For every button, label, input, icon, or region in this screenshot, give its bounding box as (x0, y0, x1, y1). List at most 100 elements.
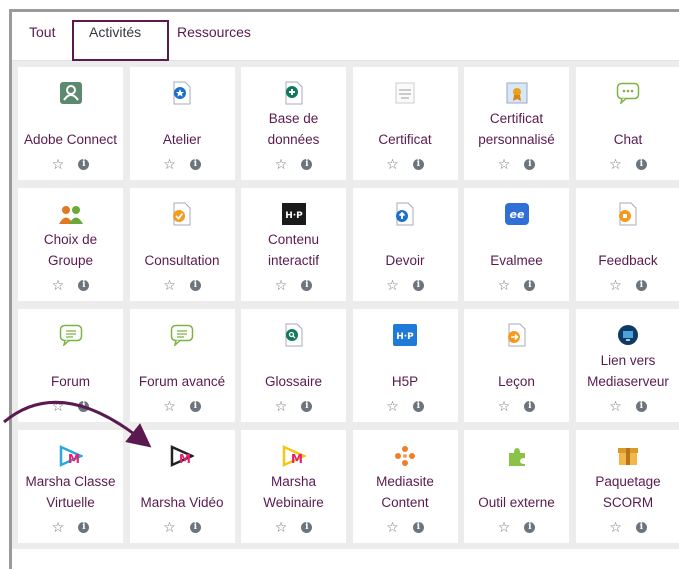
card-actions: ☆i (130, 156, 235, 172)
evalmee-icon: ee (464, 202, 569, 226)
activity-name[interactable]: Chat (578, 129, 679, 150)
activity-name[interactable]: Consultation (132, 250, 233, 271)
activity-card[interactable]: MMarsha Webinaire☆i (241, 430, 346, 543)
info-icon[interactable]: i (413, 522, 424, 533)
tab-resources[interactable]: Ressources (177, 24, 251, 40)
star-icon[interactable]: ☆ (498, 398, 511, 414)
star-icon[interactable]: ☆ (163, 519, 176, 535)
activity-card[interactable]: Base de données ☆ i (241, 67, 346, 180)
activity-card[interactable]: Adobe Connect ☆ i (18, 67, 123, 180)
activity-name[interactable]: Certificat personnalisé (466, 108, 567, 150)
star-icon[interactable]: ☆ (386, 398, 399, 414)
activity-card[interactable]: Choix de Groupe ☆ i (18, 188, 123, 301)
info-icon[interactable]: i (636, 522, 647, 533)
info-icon[interactable]: i (301, 401, 312, 412)
activity-card[interactable]: Certificat ☆ i (353, 67, 458, 180)
info-icon[interactable]: i (524, 159, 535, 170)
activity-name[interactable]: Contenu interactif (243, 229, 344, 271)
activity-name[interactable]: Base de données (243, 108, 344, 150)
activity-name[interactable]: Evalmee (466, 250, 567, 271)
activity-card[interactable]: Devoir ☆ i (353, 188, 458, 301)
feedback-icon (576, 202, 679, 226)
activity-name[interactable]: Lien vers Mediaserveur (578, 350, 679, 392)
mediasite-icon (353, 444, 458, 468)
star-icon[interactable]: ☆ (386, 277, 399, 293)
card-actions: ☆i (464, 277, 569, 293)
star-icon[interactable]: ☆ (275, 519, 288, 535)
info-icon[interactable]: i (524, 401, 535, 412)
consultation-icon (130, 202, 235, 226)
activity-card[interactable]: Mediasite Content ☆ i (353, 430, 458, 543)
star-icon[interactable]: ☆ (609, 519, 622, 535)
star-icon[interactable]: ☆ (609, 156, 622, 172)
scorm-package-icon (576, 444, 679, 468)
star-icon[interactable]: ☆ (52, 156, 65, 172)
info-icon[interactable]: i (524, 280, 535, 291)
tab-all[interactable]: Tout (29, 24, 55, 40)
star-icon[interactable]: ☆ (498, 277, 511, 293)
star-icon[interactable]: ☆ (498, 519, 511, 535)
info-icon[interactable]: i (190, 159, 201, 170)
activity-card[interactable]: Atelier☆i (130, 67, 235, 180)
info-icon[interactable]: i (190, 280, 201, 291)
star-icon[interactable]: ☆ (52, 519, 65, 535)
activity-name[interactable]: Leçon (466, 371, 567, 392)
star-icon[interactable]: ☆ (609, 398, 622, 414)
info-icon[interactable]: i (301, 280, 312, 291)
activity-name[interactable]: Choix de Groupe (20, 229, 121, 271)
info-icon[interactable]: i (413, 401, 424, 412)
star-icon[interactable]: ☆ (52, 277, 65, 293)
star-icon[interactable]: ☆ (498, 156, 511, 172)
star-icon[interactable]: ☆ (275, 398, 288, 414)
activity-name[interactable]: Atelier (132, 129, 233, 150)
star-icon[interactable]: ☆ (609, 277, 622, 293)
activity-name[interactable]: H5P (355, 371, 456, 392)
star-icon[interactable]: ☆ (386, 519, 399, 535)
info-icon[interactable]: i (190, 522, 201, 533)
activity-name[interactable]: Marsha Webinaire (243, 471, 344, 513)
info-icon[interactable]: i (413, 159, 424, 170)
activity-card[interactable]: Consultation ☆ i (130, 188, 235, 301)
activity-card[interactable]: Feedback ☆ i (576, 188, 679, 301)
info-icon[interactable]: i (636, 159, 647, 170)
chat-icon (576, 81, 679, 105)
activity-card[interactable]: H·PH5P☆i (353, 309, 458, 422)
info-icon[interactable]: i (301, 522, 312, 533)
star-icon[interactable]: ☆ (275, 156, 288, 172)
activity-name[interactable]: Marsha Vidéo (132, 492, 233, 513)
info-icon[interactable]: i (301, 159, 312, 170)
activity-name[interactable]: Certificat (355, 129, 456, 150)
activity-card[interactable]: Glossaire ☆ i (241, 309, 346, 422)
activity-card[interactable]: Certificat personnalisé ☆ i (464, 67, 569, 180)
activity-name[interactable]: Devoir (355, 250, 456, 271)
info-icon[interactable]: i (413, 280, 424, 291)
activity-card[interactable]: H·PContenu interactif☆i (241, 188, 346, 301)
info-icon[interactable]: i (636, 280, 647, 291)
info-icon[interactable]: i (636, 401, 647, 412)
info-icon[interactable]: i (190, 401, 201, 412)
certificate-icon (353, 81, 458, 105)
activity-card[interactable]: Lien vers Mediaserveur ☆ i (576, 309, 679, 422)
activity-card[interactable]: Paquetage SCORM ☆ i (576, 430, 679, 543)
activity-name[interactable]: Paquetage SCORM (578, 471, 679, 513)
activity-card[interactable]: Leçon ☆ i (464, 309, 569, 422)
glossary-icon (241, 323, 346, 347)
activity-name[interactable]: Mediasite Content (355, 471, 456, 513)
info-icon[interactable]: i (78, 159, 89, 170)
star-icon[interactable]: ☆ (275, 277, 288, 293)
info-icon[interactable]: i (78, 522, 89, 533)
activity-name[interactable]: Feedback (578, 250, 679, 271)
activity-card[interactable]: eeEvalmee☆i (464, 188, 569, 301)
activity-name[interactable]: Glossaire (243, 371, 344, 392)
svg-text:ee: ee (509, 208, 524, 221)
info-icon[interactable]: i (78, 280, 89, 291)
star-icon[interactable]: ☆ (386, 156, 399, 172)
info-icon[interactable]: i (524, 522, 535, 533)
group-choice-icon (18, 202, 123, 226)
activity-card[interactable]: Outil externe ☆ i (464, 430, 569, 543)
star-icon[interactable]: ☆ (163, 277, 176, 293)
activity-name[interactable]: Adobe Connect (20, 129, 121, 150)
activity-name[interactable]: Outil externe (466, 492, 567, 513)
activity-card[interactable]: Chat ☆ i (576, 67, 679, 180)
star-icon[interactable]: ☆ (163, 156, 176, 172)
